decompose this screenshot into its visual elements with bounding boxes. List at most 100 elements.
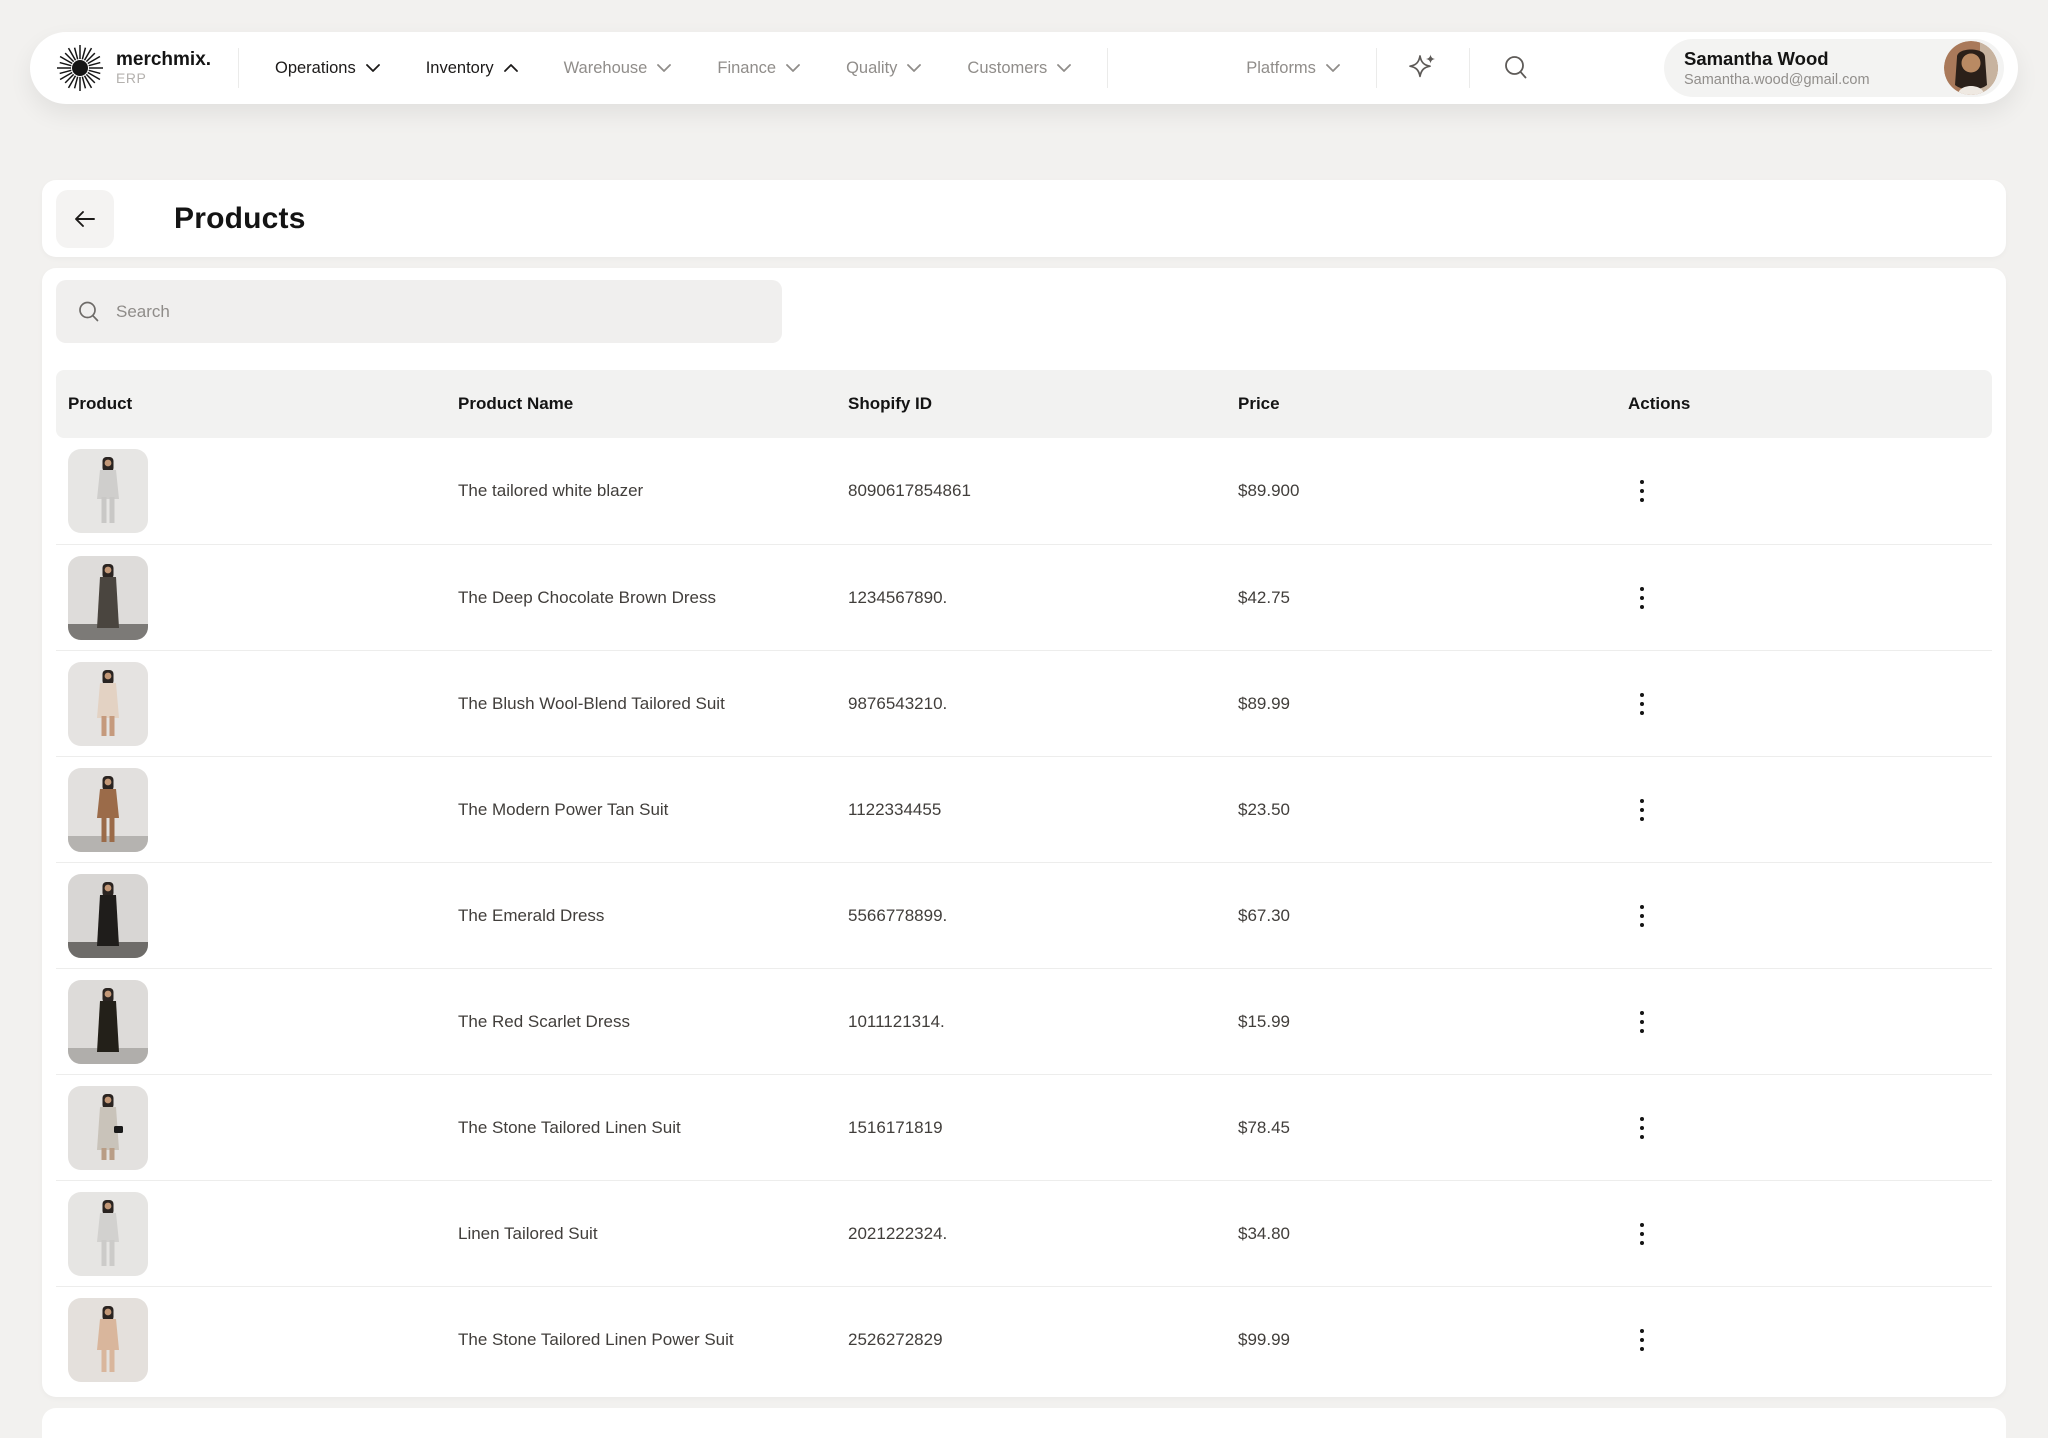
search-icon	[1500, 52, 1532, 84]
column-header-price: Price	[1226, 394, 1616, 414]
product-photo-figure	[68, 1298, 148, 1382]
price-cell: $42.75	[1226, 588, 1616, 608]
search-input[interactable]	[116, 302, 762, 322]
price-cell: $67.30	[1226, 906, 1616, 926]
actions-cell	[1616, 901, 1992, 931]
column-header-product: Product	[56, 394, 446, 414]
row-actions-menu-button[interactable]	[1628, 1007, 1656, 1037]
product-name-cell: The Deep Chocolate Brown Dress	[446, 588, 836, 608]
product-image-cell[interactable]	[56, 1086, 446, 1170]
product-photo-figure	[68, 768, 148, 852]
shopify-id-cell: 5566778899.	[836, 906, 1226, 926]
product-photo-figure	[68, 449, 148, 533]
arrow-left-icon	[74, 210, 96, 228]
product-image-cell[interactable]	[56, 980, 446, 1064]
actions-cell	[1616, 583, 1992, 613]
product-image-cell[interactable]	[56, 768, 446, 852]
table-search[interactable]	[56, 280, 782, 343]
nav-item-quality[interactable]: Quality	[846, 59, 921, 78]
chevron-down-icon	[1057, 64, 1071, 72]
row-actions-menu-button[interactable]	[1628, 583, 1656, 613]
product-image-cell[interactable]	[56, 449, 446, 533]
price-cell: $23.50	[1226, 800, 1616, 820]
price-cell: $99.99	[1226, 1330, 1616, 1350]
table-header: Product Product Name Shopify ID Price Ac…	[56, 370, 1992, 438]
sparkles-icon	[1406, 51, 1440, 85]
chevron-down-icon	[907, 64, 921, 72]
shopify-id-cell: 1122334455	[836, 800, 1226, 820]
nav-item-label: Customers	[967, 59, 1047, 78]
nav-item-label: Operations	[275, 59, 356, 78]
price-cell: $89.99	[1226, 694, 1616, 714]
actions-cell	[1616, 689, 1992, 719]
shopify-id-cell: 2526272829	[836, 1330, 1226, 1350]
price-cell: $15.99	[1226, 1012, 1616, 1032]
products-card: Product Product Name Shopify ID Price Ac…	[42, 268, 2006, 1397]
row-actions-menu-button[interactable]	[1628, 795, 1656, 825]
divider	[1107, 48, 1108, 88]
nav-item-label: Platforms	[1246, 59, 1316, 78]
product-photo-figure	[68, 874, 148, 958]
shopify-id-cell: 1516171819	[836, 1118, 1226, 1138]
product-image-cell[interactable]	[56, 1192, 446, 1276]
shopify-id-cell: 2021222324.	[836, 1224, 1226, 1244]
nav-items-primary: Operations Inventory Warehouse Finance Quali…	[239, 59, 1107, 78]
product-image-cell[interactable]	[56, 874, 446, 958]
chevron-down-icon	[1326, 64, 1340, 72]
product-photo-figure	[68, 662, 148, 746]
avatar	[1944, 41, 1998, 95]
table-row: The tailored white blazer 8090617854861 …	[56, 438, 1992, 544]
price-cell: $34.80	[1226, 1224, 1616, 1244]
row-actions-menu-button[interactable]	[1628, 476, 1656, 506]
chevron-down-icon	[786, 64, 800, 72]
product-name-cell: The Stone Tailored Linen Suit	[446, 1118, 836, 1138]
product-name-cell: The Blush Wool-Blend Tailored Suit	[446, 694, 836, 714]
nav-item-label: Inventory	[426, 59, 494, 78]
nav-item-customers[interactable]: Customers	[967, 59, 1071, 78]
brand[interactable]: merchmix. ERP	[56, 44, 238, 92]
column-header-product-name: Product Name	[446, 394, 836, 414]
nav-item-warehouse[interactable]: Warehouse	[564, 59, 672, 78]
nav-item-platforms[interactable]: Platforms	[1246, 59, 1340, 78]
nav-item-finance[interactable]: Finance	[717, 59, 800, 78]
product-photo-figure	[68, 556, 148, 640]
top-navbar: merchmix. ERP Operations Inventory Warehou…	[30, 32, 2018, 104]
product-image-cell[interactable]	[56, 556, 446, 640]
product-photo-figure	[68, 1192, 148, 1276]
table-row: Linen Tailored Suit 2021222324. $34.80	[56, 1180, 1992, 1286]
nav-items-secondary: Platforms	[1210, 59, 1376, 78]
row-actions-menu-button[interactable]	[1628, 1219, 1656, 1249]
product-image-cell[interactable]	[56, 662, 446, 746]
actions-cell	[1616, 795, 1992, 825]
ai-sparkles-button[interactable]	[1377, 44, 1469, 92]
nav-item-operations[interactable]: Operations	[275, 59, 380, 78]
user-profile-chip[interactable]: Samantha Wood Samantha.wood@gmail.com	[1664, 39, 2004, 97]
back-button[interactable]	[56, 190, 114, 248]
search-button[interactable]	[1470, 44, 1562, 92]
table-row: The Stone Tailored Linen Suit 1516171819…	[56, 1074, 1992, 1180]
nav-item-label: Finance	[717, 59, 776, 78]
shopify-id-cell: 1234567890.	[836, 588, 1226, 608]
shopify-id-cell: 8090617854861	[836, 481, 1226, 501]
page-header: Products	[42, 180, 2006, 257]
search-icon	[76, 299, 102, 325]
product-name-cell: The tailored white blazer	[446, 481, 836, 501]
actions-cell	[1616, 476, 1992, 506]
row-actions-menu-button[interactable]	[1628, 1113, 1656, 1143]
actions-cell	[1616, 1113, 1992, 1143]
row-actions-menu-button[interactable]	[1628, 1325, 1656, 1355]
nav-item-inventory[interactable]: Inventory	[426, 59, 518, 78]
shopify-id-cell: 9876543210.	[836, 694, 1226, 714]
next-card-edge	[42, 1408, 2006, 1438]
nav-item-label: Warehouse	[564, 59, 648, 78]
product-image-cell[interactable]	[56, 1298, 446, 1382]
chevron-down-icon	[366, 64, 380, 72]
page-title: Products	[174, 202, 306, 236]
starburst-icon	[56, 44, 104, 92]
row-actions-menu-button[interactable]	[1628, 689, 1656, 719]
product-photo-figure	[68, 1086, 148, 1170]
row-actions-menu-button[interactable]	[1628, 901, 1656, 931]
product-name-cell: The Modern Power Tan Suit	[446, 800, 836, 820]
actions-cell	[1616, 1007, 1992, 1037]
table-row: The Blush Wool-Blend Tailored Suit 98765…	[56, 650, 1992, 756]
